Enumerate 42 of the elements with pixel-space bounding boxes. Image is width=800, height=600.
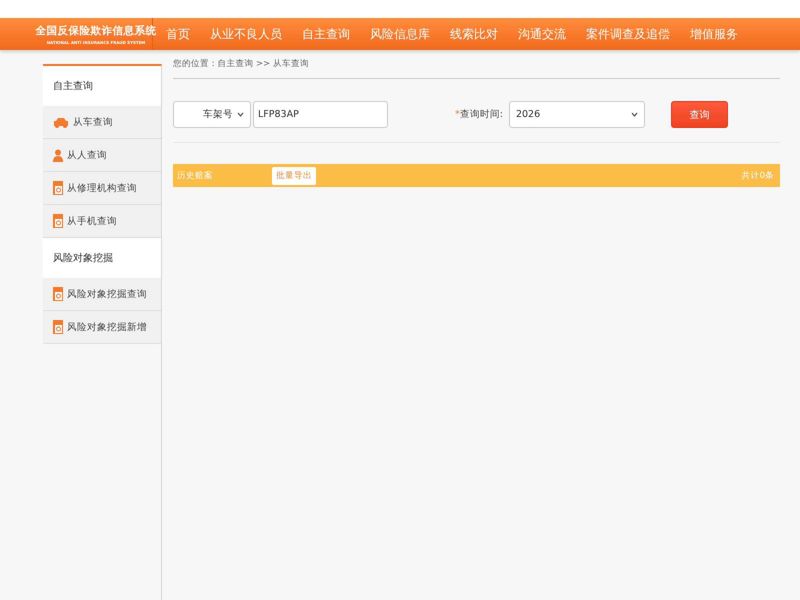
sidebar-group-title: 风险对象挖掘 <box>43 238 161 278</box>
caret-icon <box>630 112 638 117</box>
total-count: 共计0条 <box>742 170 774 182</box>
type-select-value: 车架号 <box>203 108 233 121</box>
nav-item[interactable]: 首页 <box>166 26 190 42</box>
sidebar-item-label: 从人查询 <box>67 148 107 162</box>
calendar-icon <box>53 181 63 195</box>
car-icon <box>53 116 69 128</box>
sidebar-item[interactable]: 从车查询 <box>43 106 161 139</box>
sidebar-item-label: 从修理机构查询 <box>67 182 137 194</box>
nav-item[interactable]: 线索比对 <box>450 26 498 42</box>
query-input[interactable]: LFP83AP <box>253 101 388 128</box>
nav-item[interactable]: 风险信息库 <box>370 26 430 42</box>
export-button[interactable]: 批量导出 <box>272 166 316 184</box>
search-button[interactable]: 查询 <box>670 101 728 128</box>
sidebar-item-label: 风险对象挖掘新增 <box>67 320 147 334</box>
nav-item[interactable]: 从业不良人员 <box>210 26 282 42</box>
logo-title: 全国反保险欺诈信息系统 <box>36 24 156 38</box>
sidebar-item-label: 从车查询 <box>73 116 113 128</box>
time-label: *查询时间: <box>455 108 503 121</box>
calendar-icon <box>53 214 63 228</box>
nav-item[interactable]: 自主查询 <box>302 26 350 42</box>
sidebar-item-label: 从手机查询 <box>67 214 117 228</box>
calendar-icon <box>53 287 63 301</box>
time-select-value: 2026 <box>516 109 542 120</box>
type-select[interactable]: 车架号 <box>173 101 251 128</box>
sidebar-item[interactable]: 从人查询 <box>43 139 161 172</box>
sidebar-item-label: 风险对象挖掘查询 <box>67 288 147 300</box>
person-icon <box>53 148 63 162</box>
sidebar-item[interactable]: 风险对象挖掘查询 <box>43 278 161 311</box>
sidebar-item[interactable]: 从修理机构查询 <box>43 172 161 205</box>
nav-item[interactable]: 案件调查及追偿 <box>586 26 670 42</box>
nav-item[interactable]: 增值服务 <box>690 26 738 42</box>
time-select[interactable]: 2026 <box>508 101 645 128</box>
calendar-icon <box>53 320 63 334</box>
sidebar-item[interactable]: 风险对象挖掘新增 <box>43 311 161 344</box>
sidebar-item[interactable]: 从手机查询 <box>43 205 161 238</box>
sidebar-group-title: 自主查询 <box>43 66 161 106</box>
results-title: 历史赔案 <box>177 170 214 182</box>
breadcrumb: 您的位置 : 自主查询 >> 从车查询 <box>173 58 780 79</box>
nav-item[interactable]: 沟通交流 <box>518 26 566 42</box>
caret-icon <box>237 112 244 117</box>
